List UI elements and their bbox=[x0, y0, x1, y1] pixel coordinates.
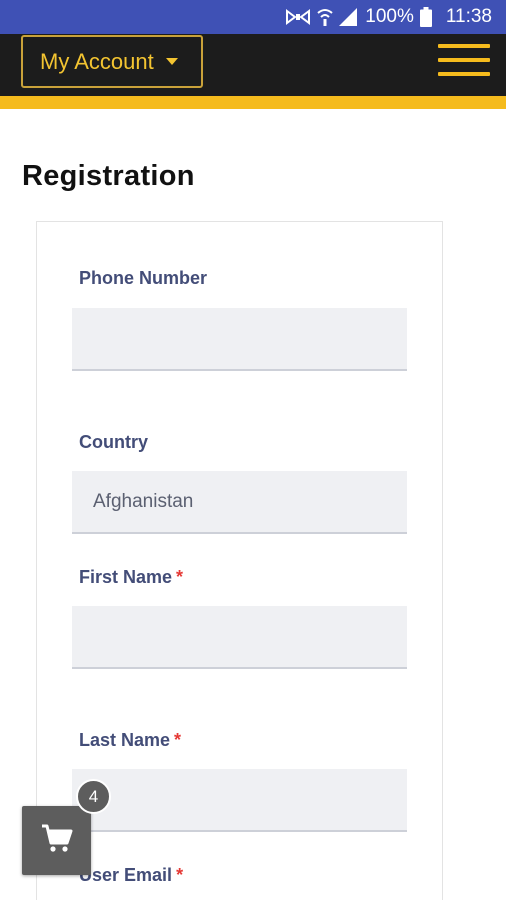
nfc-icon bbox=[285, 8, 311, 26]
first-name-label: First Name * bbox=[79, 567, 183, 588]
phone-number-label: Phone Number bbox=[79, 268, 207, 289]
first-name-input[interactable] bbox=[72, 606, 407, 669]
hamburger-line bbox=[438, 58, 490, 62]
last-name-input[interactable] bbox=[72, 769, 407, 832]
phone-number-input[interactable] bbox=[72, 308, 407, 371]
hamburger-line bbox=[438, 44, 490, 48]
my-account-dropdown-button[interactable]: My Account bbox=[21, 35, 203, 88]
cart-icon bbox=[41, 823, 73, 858]
country-select[interactable] bbox=[72, 471, 407, 534]
user-email-label: User Email * bbox=[79, 865, 183, 886]
phone-number-label-text: Phone Number bbox=[79, 268, 208, 288]
cart-button[interactable] bbox=[22, 806, 91, 875]
caret-down-icon bbox=[165, 58, 178, 65]
clock: 11:38 bbox=[445, 6, 492, 27]
last-name-label: Last Name * bbox=[79, 730, 181, 751]
status-bar: 100% 11:38 bbox=[0, 0, 506, 34]
hamburger-line bbox=[438, 72, 490, 76]
required-asterisk: * bbox=[174, 730, 182, 750]
user-email-label-text: User Email bbox=[79, 865, 173, 885]
required-asterisk: * bbox=[176, 567, 184, 587]
first-name-label-text: First Name bbox=[79, 567, 173, 587]
required-asterisk: * bbox=[176, 865, 184, 885]
battery-icon bbox=[419, 7, 432, 27]
signal-icon bbox=[339, 8, 358, 26]
my-account-label: My Account bbox=[40, 48, 154, 74]
cart-count-badge: 4 bbox=[76, 779, 111, 814]
page-title: Registration bbox=[22, 160, 195, 192]
last-name-label-text: Last Name bbox=[79, 730, 171, 750]
header-accent-stripe bbox=[0, 96, 506, 109]
country-label-text: Country bbox=[79, 432, 148, 452]
wifi-icon bbox=[317, 8, 333, 26]
hamburger-menu-icon[interactable] bbox=[438, 40, 490, 80]
country-label: Country bbox=[79, 432, 148, 453]
battery-percent: 100% bbox=[365, 6, 414, 27]
